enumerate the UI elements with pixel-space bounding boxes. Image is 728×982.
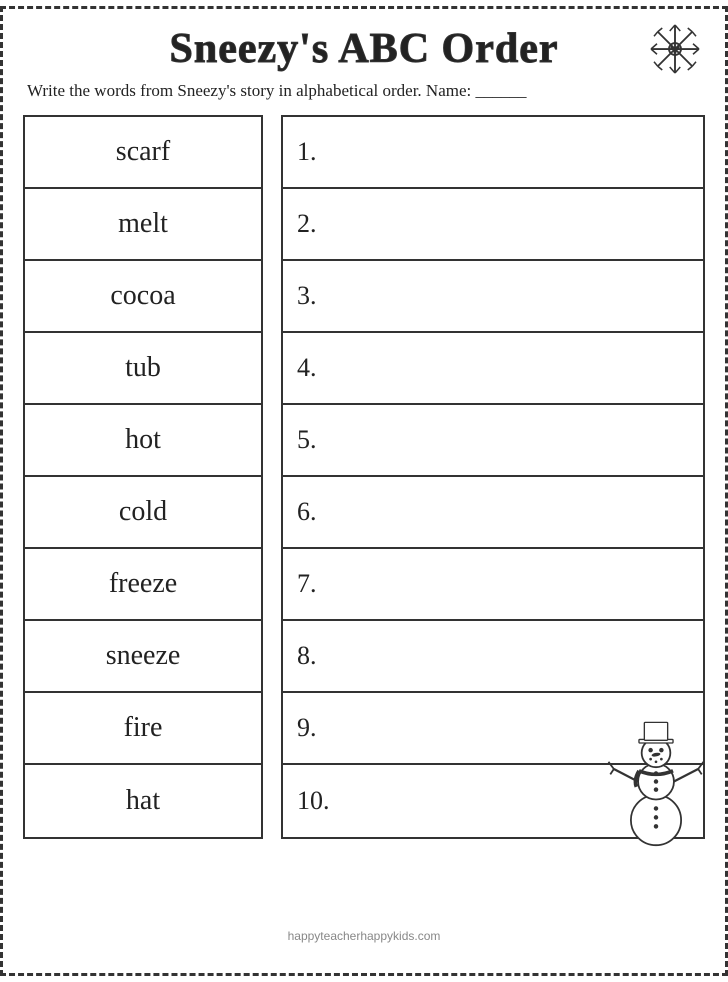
word-cell-9: fire	[25, 693, 261, 765]
answer-cell-10[interactable]: 10.	[283, 765, 703, 837]
snowflake-icon	[645, 19, 705, 79]
main-content: scarf melt cocoa tub hot cold freeze sne…	[23, 115, 705, 917]
word-cell-6: cold	[25, 477, 261, 549]
words-column: scarf melt cocoa tub hot cold freeze sne…	[23, 115, 263, 839]
page-wrapper: Sneezy's ABC Order	[0, 6, 728, 976]
answer-cell-8[interactable]: 8.	[283, 621, 703, 693]
answer-number-10: 10.	[297, 786, 330, 816]
answer-number-9: 9.	[297, 713, 317, 743]
answer-number-1: 1.	[297, 137, 317, 167]
answers-column: 1. 2. 3. 4. 5. 6. 7. 8.	[281, 115, 705, 839]
snowman-icon	[601, 717, 711, 847]
word-cell-3: cocoa	[25, 261, 261, 333]
word-cell-4: tub	[25, 333, 261, 405]
word-cell-10: hat	[25, 765, 261, 837]
answer-number-2: 2.	[297, 209, 317, 239]
word-cell-8: sneeze	[25, 621, 261, 693]
word-cell-7: freeze	[25, 549, 261, 621]
answer-cell-6[interactable]: 6.	[283, 477, 703, 549]
page-title: Sneezy's ABC Order	[170, 25, 559, 73]
word-cell-2: melt	[25, 189, 261, 261]
footer-text: happyteacherhappykids.com	[288, 929, 441, 943]
answer-cell-7[interactable]: 7.	[283, 549, 703, 621]
answer-number-6: 6.	[297, 497, 317, 527]
answer-cell-4[interactable]: 4.	[283, 333, 703, 405]
word-cell-5: hot	[25, 405, 261, 477]
answer-number-8: 8.	[297, 641, 317, 671]
answer-number-4: 4.	[297, 353, 317, 383]
answer-cell-3[interactable]: 3.	[283, 261, 703, 333]
word-cell-1: scarf	[25, 117, 261, 189]
instructions-text: Write the words from Sneezy's story in a…	[23, 81, 705, 101]
answer-number-7: 7.	[297, 569, 317, 599]
answer-cell-1[interactable]: 1.	[283, 117, 703, 189]
answer-cell-2[interactable]: 2.	[283, 189, 703, 261]
answer-number-5: 5.	[297, 425, 317, 455]
answer-number-3: 3.	[297, 281, 317, 311]
title-row: Sneezy's ABC Order	[23, 25, 705, 73]
answer-cell-5[interactable]: 5.	[283, 405, 703, 477]
